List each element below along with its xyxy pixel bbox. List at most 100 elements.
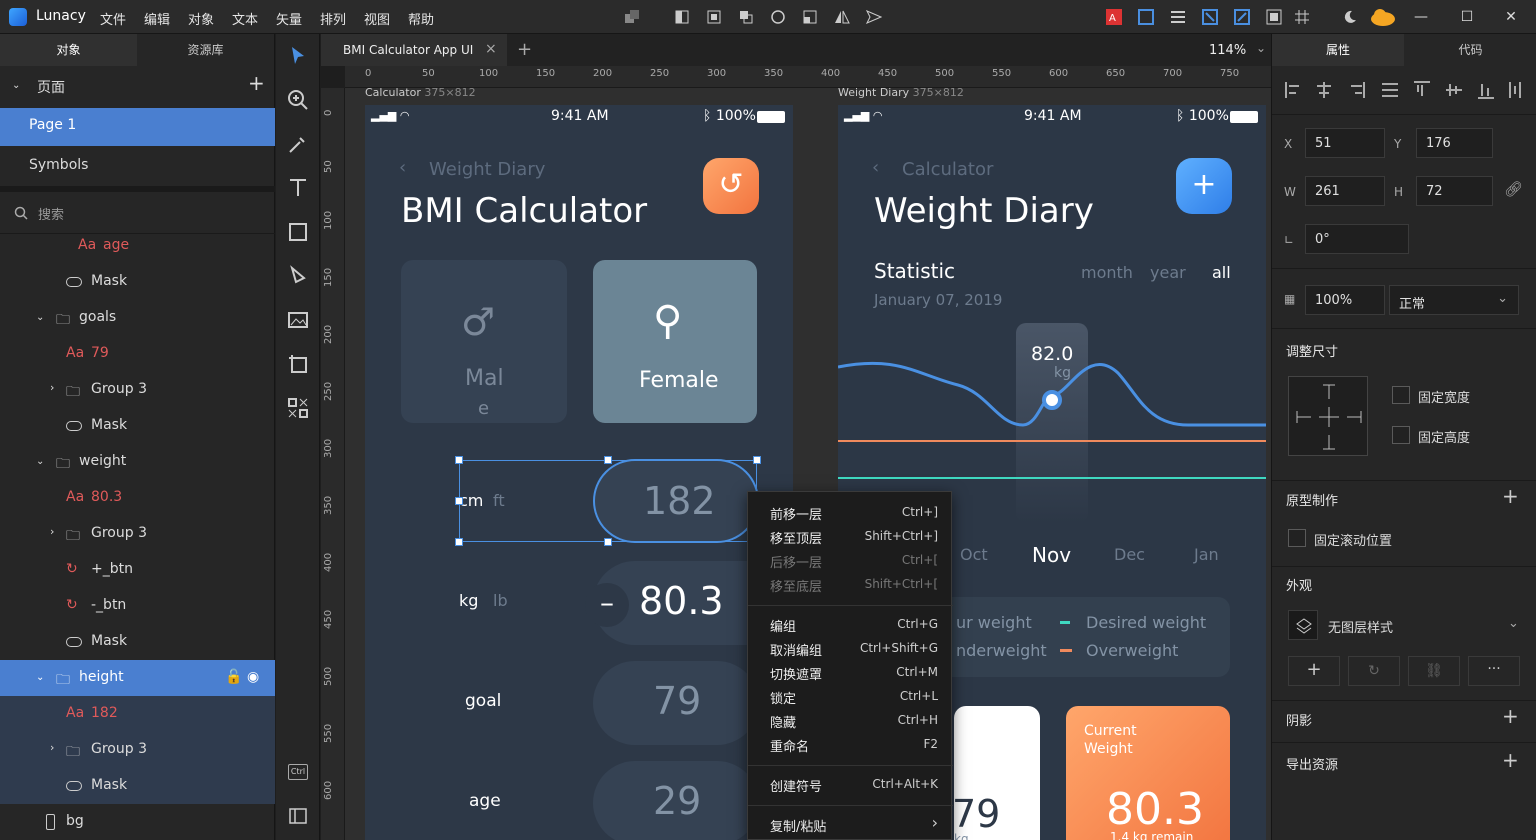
rotate-icon[interactable] [770,9,786,25]
menu-group[interactable]: 编组 Ctrl+G [748,613,953,637]
artboard-bmi-calculator[interactable]: ▂▄▆ ◠ 9:41 AM ᛒ 100% ‹ Weight Diary BMI … [365,105,793,840]
select-tool-icon[interactable] [286,44,310,68]
resize-handle[interactable] [455,538,463,546]
mask-icon[interactable] [674,9,690,25]
layer-style-icon[interactable] [1288,610,1318,640]
unit-lb[interactable]: lb [493,591,508,610]
rotation-input[interactable]: 0° [1305,224,1409,254]
layer-mask[interactable]: Mask [0,768,275,804]
keyboard-ctrl-icon[interactable]: Ctrl [288,764,308,780]
new-tab-icon[interactable]: + [517,39,532,60]
reset-button[interactable]: ↺ [703,158,759,214]
more-style-button[interactable]: ··· [1468,656,1520,686]
add-page-icon[interactable]: + [248,71,265,95]
boolean-icon[interactable] [624,9,640,25]
pen-tool-icon[interactable] [286,264,310,288]
back-chevron-icon[interactable]: ‹ [399,157,406,178]
detach-style-button[interactable]: ⛓ [1408,656,1460,686]
menu-send-backward[interactable]: 后移一层 Ctrl+[ [748,549,953,573]
age-field[interactable]: 29 [593,761,759,840]
maximize-button[interactable]: ☐ [1452,6,1482,28]
menu-arrange[interactable]: 排列 [320,9,346,28]
panel-toggle-icon[interactable] [286,804,310,828]
zoom-tool-icon[interactable] [286,88,310,112]
layout-icon[interactable] [1170,9,1186,25]
add-entry-button[interactable]: + [1176,158,1232,214]
artboard1-label[interactable]: Calculator 375×812 [365,88,476,99]
opacity-input[interactable]: 100% [1305,285,1385,315]
add-prototype-icon[interactable]: + [1502,484,1519,508]
chevron-down-icon[interactable]: ⌄ [12,80,20,91]
layer-symbol[interactable]: ↻ +_btn [0,552,275,588]
width-input[interactable]: 261 [1305,176,1385,206]
menu-create-symbol[interactable]: 创建符号 Ctrl+Alt+K [748,773,953,797]
artboard2-label[interactable]: Weight Diary 375×812 [838,88,964,99]
blend-mode-select[interactable]: 正常 ⌄ [1389,285,1519,315]
zoom-chevron-icon[interactable]: ⌄ [1256,41,1266,55]
resize-handle[interactable] [753,456,761,464]
period-month[interactable]: month [1081,263,1133,282]
menu-copy-paste[interactable]: 复制/粘贴 › [748,813,953,837]
fix-width-checkbox[interactable] [1392,386,1410,404]
horizontal-ruler[interactable]: 0 50 100 150 200 250 300 350 400 450 500 550 600 650 7… [345,66,1271,88]
unit-kg[interactable]: kg [459,591,478,610]
layer-group[interactable]: › 🗀 Group 3 [0,516,275,552]
menu-toggle-mask[interactable]: 切换遮罩 Ctrl+M [748,661,953,685]
layer-text[interactable]: Aa age [0,228,275,264]
image-export-icon[interactable] [1266,9,1282,25]
menu-view[interactable]: 视图 [364,9,390,28]
rectangle-tool-icon[interactable] [286,220,310,244]
layer-group[interactable]: ⌄ 🗀 goals [0,300,275,336]
eyedropper-icon[interactable] [286,132,310,156]
period-all[interactable]: all [1212,263,1231,282]
minimize-button[interactable]: — [1406,6,1436,28]
fix-scroll-checkbox[interactable] [1288,529,1306,547]
resize-handle[interactable] [604,456,612,464]
page-item-1[interactable]: Page 1 [0,108,275,146]
menu-bring-to-front[interactable]: 移至顶层 Shift+Ctrl+] [748,525,953,549]
image-tool-icon[interactable] [286,308,310,332]
layer-mask[interactable]: Mask [0,624,275,660]
doc-tab-active[interactable]: BMI Calculator App UI × [321,34,507,66]
resize-handle[interactable] [455,497,463,505]
snap-icon[interactable] [1234,9,1250,25]
goal-field[interactable]: 79 [593,661,759,745]
close-tab-icon[interactable]: × [485,41,497,57]
add-export-icon[interactable]: + [1502,748,1519,772]
menu-send-to-back[interactable]: 移至底层 Shift+Ctrl+[ [748,573,953,597]
tab-objects[interactable]: 对象 [0,34,137,66]
flip-icon[interactable] [834,9,850,25]
menu-bring-forward[interactable]: 前移一层 Ctrl+] [748,501,953,525]
layer-group[interactable]: ⌄ 🗀 weight [0,444,275,480]
dark-mode-icon[interactable] [1342,9,1358,25]
ruler-icon[interactable] [1138,9,1154,25]
height-input[interactable]: 72 [1416,176,1493,206]
resize-icon[interactable] [802,9,818,25]
pages-header[interactable]: ⌄ 页面 + [0,68,275,104]
resize-handle[interactable] [604,538,612,546]
scale-icon[interactable] [706,9,722,25]
pixel-icon[interactable] [1202,9,1218,25]
page-item-symbols[interactable]: Symbols [0,148,275,186]
sync-style-button[interactable]: ↻ [1348,656,1400,686]
back-link[interactable]: Weight Diary [429,159,545,180]
resize-handle[interactable] [455,456,463,464]
back-link[interactable]: Calculator [902,159,993,180]
tab-library[interactable]: 资源库 [137,34,274,66]
menu-edit[interactable]: 编辑 [144,9,170,28]
grid-icon[interactable] [1294,9,1310,25]
female-card-selected[interactable]: ⚲ Female [593,260,757,423]
tab-properties[interactable]: 属性 [1272,34,1404,66]
layer-text[interactable]: Aa 79 [0,336,275,372]
male-card[interactable]: ♂ Mal e [401,260,567,423]
layer-text[interactable]: Aa 80.3 [0,480,275,516]
layer-group-selected[interactable]: ⌄ 🗀 height 🔓 ◉ [0,660,275,696]
style-chevron-icon[interactable]: ⌄ [1508,616,1519,631]
link-icon[interactable]: 🔗︎ [1504,180,1523,198]
text-tool-icon[interactable] [286,176,310,200]
weight-chart[interactable] [838,345,1266,485]
x-input[interactable]: 51 [1305,128,1385,158]
layer-mask[interactable]: Mask [0,264,275,300]
layer-mask[interactable]: Mask [0,408,275,444]
artboard-tool-icon[interactable] [286,352,310,376]
